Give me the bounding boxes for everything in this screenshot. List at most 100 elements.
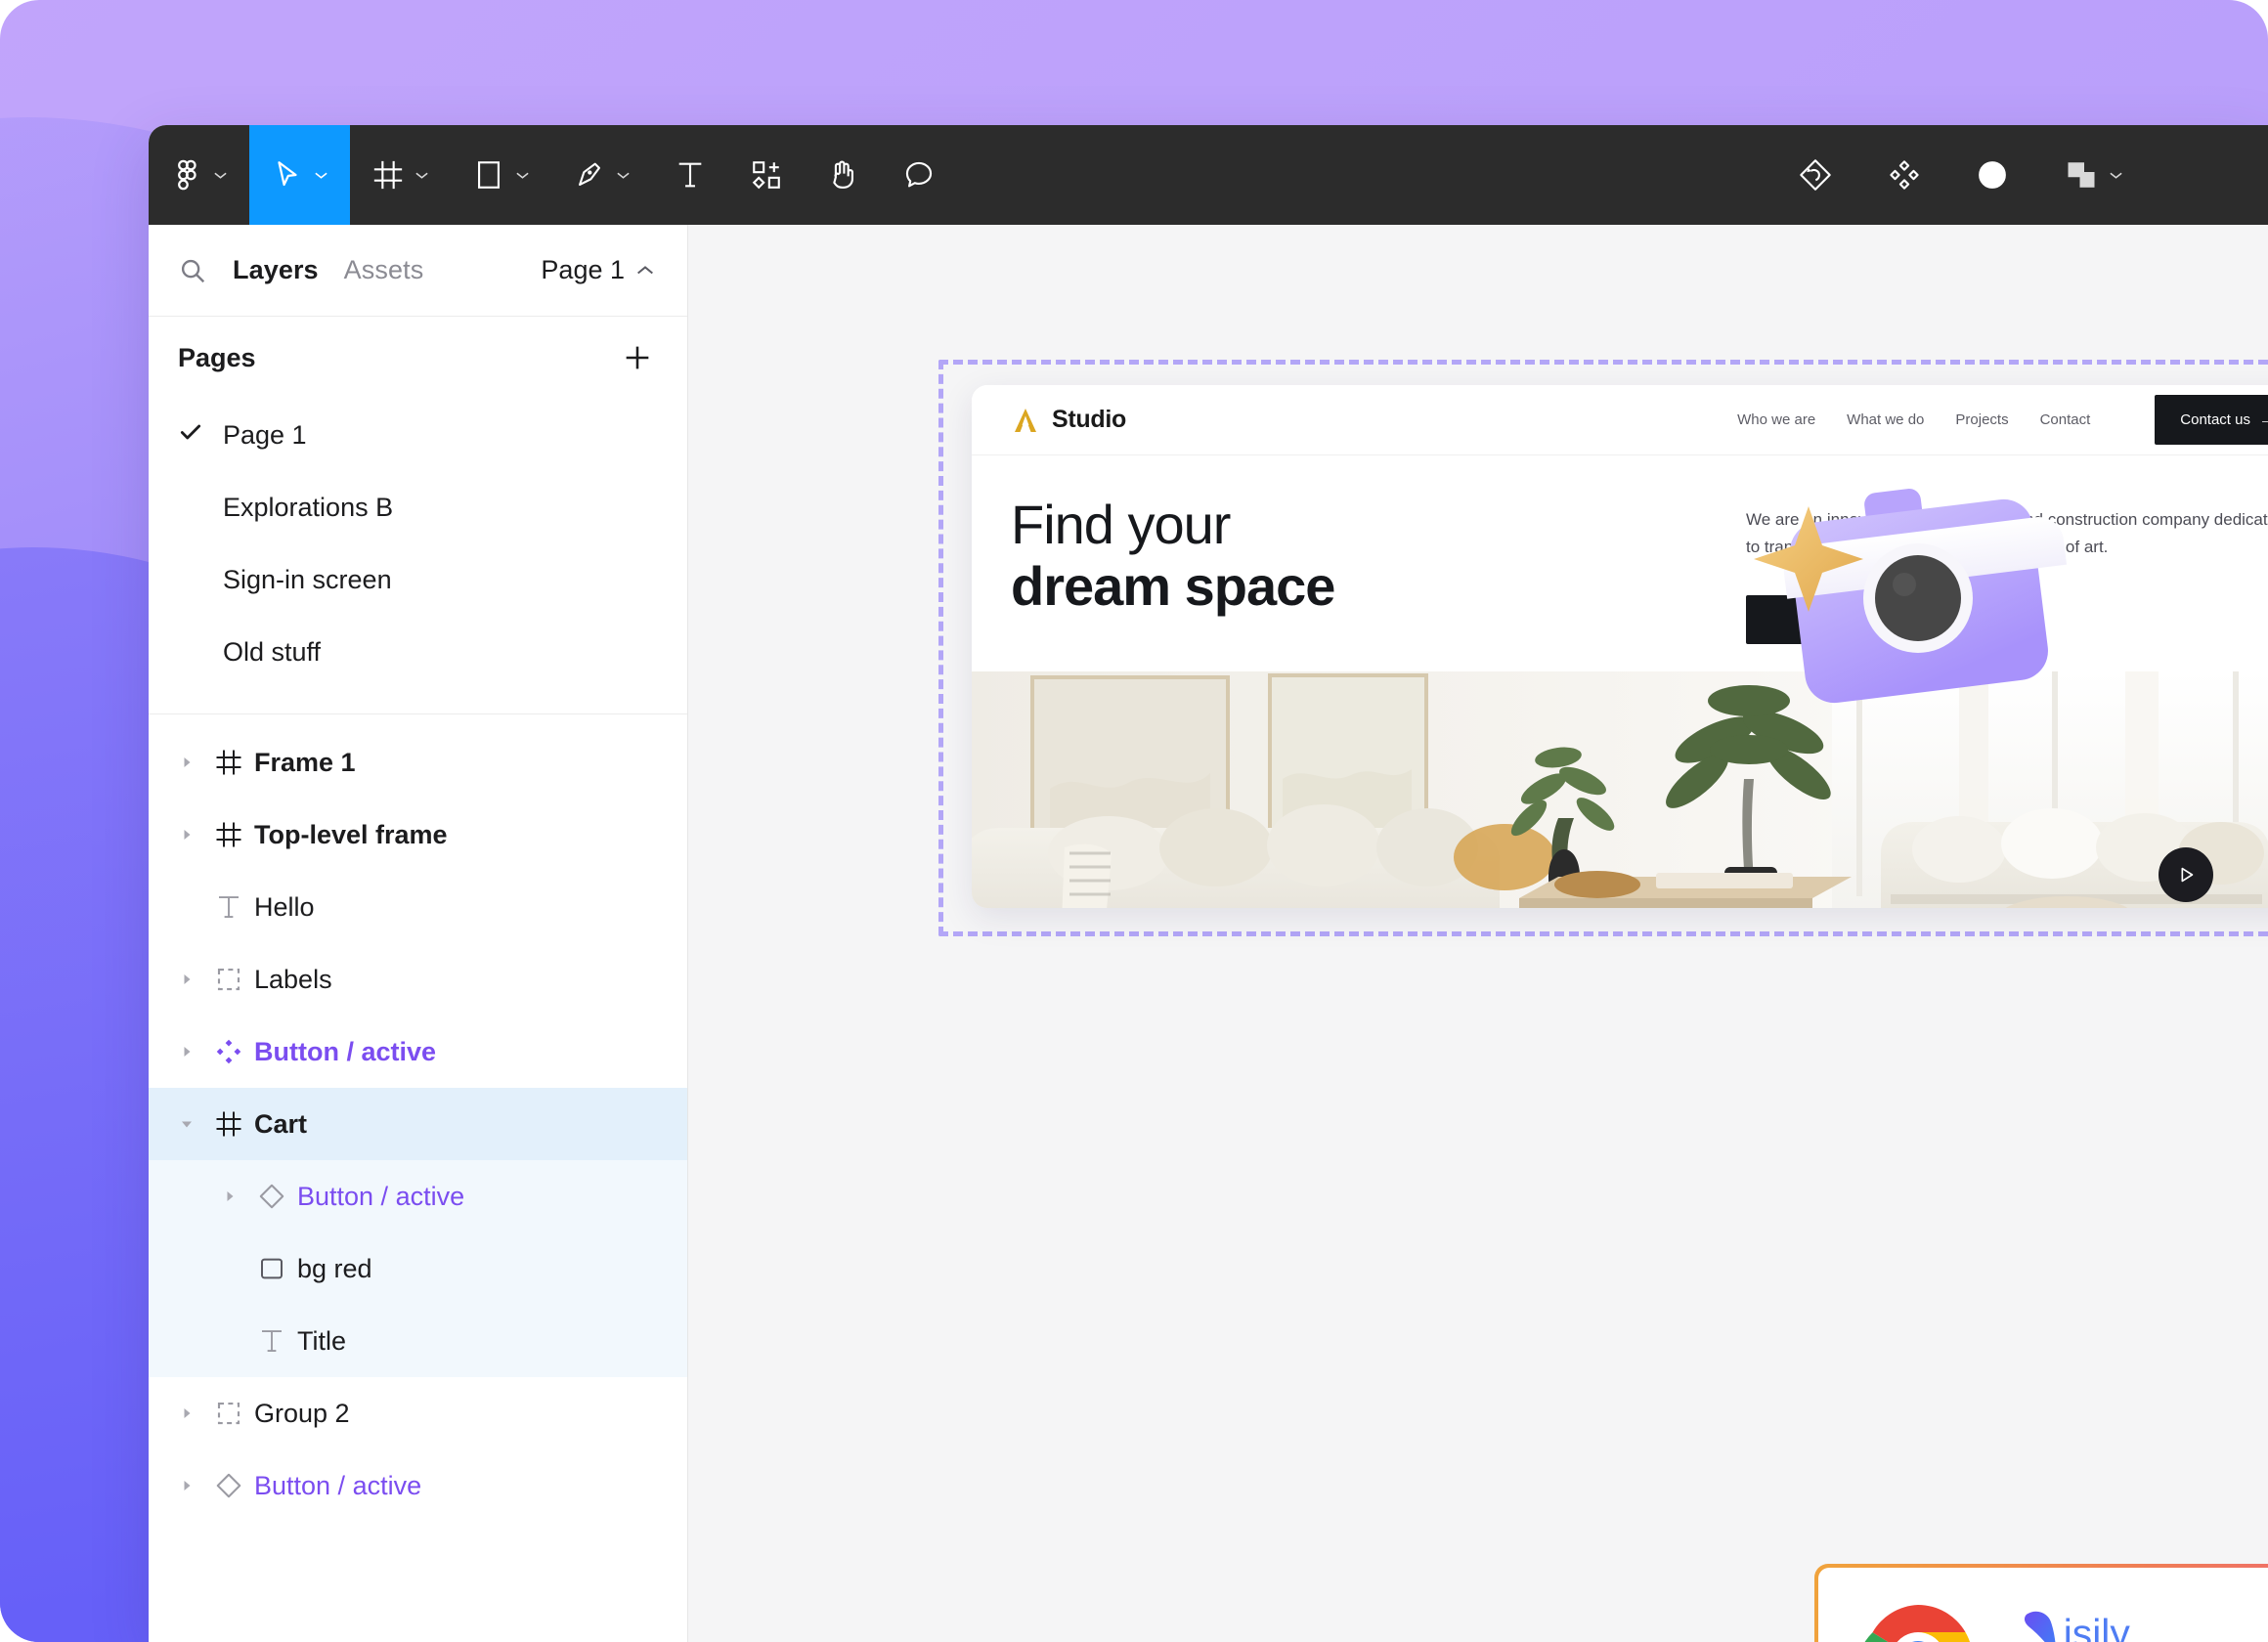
- twisty-expanded-icon[interactable]: [170, 1116, 203, 1132]
- layer-label: Hello: [254, 892, 315, 923]
- pages-title: Pages: [178, 343, 256, 373]
- tool-rotate-copy[interactable]: [1770, 125, 1860, 225]
- twisty-collapsed-icon[interactable]: [170, 755, 203, 770]
- twisty-collapsed-icon[interactable]: [170, 1478, 203, 1493]
- boolean-union-icon: [2064, 157, 2099, 193]
- page-item-1[interactable]: Explorations B: [149, 471, 687, 543]
- layer-label: Labels: [254, 965, 332, 995]
- frame-icon: [203, 748, 254, 777]
- app-body: Layers Assets Page 1 Pages Page: [149, 225, 2268, 1642]
- page-item-label: Page 1: [223, 420, 307, 451]
- layers-tree: Frame 1 Top-level frame Hello Labels Button …: [149, 714, 687, 1642]
- nav-link-3[interactable]: Contact: [2040, 411, 2091, 428]
- contrast-icon: [1976, 158, 2009, 192]
- tab-assets[interactable]: Assets: [344, 255, 424, 285]
- tool-hand[interactable]: [805, 125, 881, 225]
- layer-label: Button / active: [297, 1182, 464, 1212]
- twisty-collapsed-icon[interactable]: [170, 1405, 203, 1421]
- tool-contrast[interactable]: [1948, 125, 2036, 225]
- tool-shape[interactable]: [451, 125, 551, 225]
- tool-comment[interactable]: [881, 125, 957, 225]
- page-item-3[interactable]: Old stuff: [149, 616, 687, 688]
- tool-figma-menu[interactable]: [149, 125, 249, 225]
- layer-row[interactable]: Cart: [149, 1088, 687, 1160]
- contact-us-label: Contact us: [2180, 411, 2250, 428]
- cursor-icon: [271, 158, 304, 192]
- play-button[interactable]: [2159, 847, 2213, 902]
- frame-icon: [203, 1109, 254, 1139]
- search-icon[interactable]: [178, 256, 207, 285]
- contact-us-button[interactable]: Contact us →: [2155, 395, 2268, 445]
- chevron-down-icon: [515, 171, 530, 180]
- comment-icon: [902, 158, 936, 192]
- twisty-collapsed-icon[interactable]: [213, 1188, 246, 1204]
- hero-heading: Find your dream space: [1011, 495, 1707, 617]
- layer-row[interactable]: Button / active: [149, 1449, 687, 1522]
- layer-row[interactable]: Button / active: [149, 1015, 687, 1088]
- four-diamonds-icon: [1888, 158, 1921, 192]
- frame-icon: [203, 820, 254, 849]
- design-canvas[interactable]: Studio Who we are What we do Projects Co…: [688, 225, 2268, 1642]
- page-item-2[interactable]: Sign-in screen: [149, 543, 687, 616]
- layer-row[interactable]: Hello: [149, 871, 687, 943]
- tool-text[interactable]: [652, 125, 728, 225]
- hero-heading-block: Find your dream space: [1011, 495, 1707, 644]
- component-set-icon: [203, 1037, 254, 1066]
- layer-row[interactable]: Button / active: [149, 1160, 687, 1232]
- page-item-label: Explorations B: [223, 493, 393, 523]
- chevron-down-icon: [2109, 171, 2123, 180]
- visily-wordmark: isily: [2022, 1607, 2268, 1642]
- nav-link-2[interactable]: Projects: [1955, 411, 2008, 428]
- design-app-window: Layers Assets Page 1 Pages Page: [149, 125, 2268, 1642]
- frame-icon: [371, 158, 405, 192]
- page-item-0[interactable]: Page 1: [149, 399, 687, 471]
- page-selector[interactable]: Page 1: [541, 255, 654, 285]
- chevron-up-icon: [636, 265, 654, 276]
- layer-row[interactable]: Frame 1: [149, 726, 687, 799]
- twisty-collapsed-icon[interactable]: [170, 827, 203, 843]
- toolbar: [149, 125, 2268, 225]
- visily-chrome-extension-badge[interactable]: isily Chrome extension: [1814, 1564, 2268, 1642]
- hand-icon: [826, 158, 859, 192]
- twisty-collapsed-icon[interactable]: [170, 972, 203, 987]
- layer-label: Button / active: [254, 1037, 436, 1067]
- svg-text:isily: isily: [2064, 1610, 2131, 1642]
- add-page-button[interactable]: [621, 341, 654, 374]
- play-icon: [2175, 864, 2197, 886]
- badge-inner: isily Chrome extension: [1818, 1568, 2268, 1642]
- layer-row[interactable]: bg red: [149, 1232, 687, 1305]
- tab-layers[interactable]: Layers: [233, 255, 319, 285]
- nav-link-1[interactable]: What we do: [1847, 411, 1924, 428]
- tool-pen[interactable]: [551, 125, 652, 225]
- arrow-right-icon: →: [2259, 411, 2268, 428]
- hero-heading-line1: Find your: [1011, 495, 1707, 556]
- layers-panel: Layers Assets Page 1 Pages Page: [149, 225, 688, 1642]
- twisty-collapsed-icon[interactable]: [170, 1044, 203, 1059]
- layer-label: Group 2: [254, 1399, 350, 1429]
- camera-illustration: [1740, 481, 2084, 725]
- tool-boolean-groups[interactable]: [2036, 125, 2151, 225]
- layer-row[interactable]: Title: [149, 1305, 687, 1377]
- site-nav-links: Who we are What we do Projects Contact C…: [1737, 395, 2268, 445]
- page-item-label: Old stuff: [223, 637, 321, 668]
- group-icon: [203, 965, 254, 994]
- tool-move[interactable]: [249, 125, 350, 225]
- chevron-down-icon: [213, 171, 228, 180]
- tool-components[interactable]: [1860, 125, 1948, 225]
- tool-frame[interactable]: [350, 125, 451, 225]
- figma-menu-icon: [170, 158, 203, 192]
- pages-section-header: Pages: [149, 317, 687, 399]
- layer-row[interactable]: Group 2: [149, 1377, 687, 1449]
- layer-row[interactable]: Labels: [149, 943, 687, 1015]
- check-icon: [178, 419, 223, 452]
- instance-icon: [203, 1471, 254, 1500]
- layer-label: Top-level frame: [254, 820, 448, 850]
- page-selector-label: Page 1: [541, 255, 625, 285]
- studio-logo-icon: [1011, 406, 1040, 435]
- layer-row[interactable]: Top-level frame: [149, 799, 687, 871]
- hero-heading-line2: dream space: [1011, 556, 1707, 618]
- layer-label: Cart: [254, 1109, 307, 1140]
- layer-label: bg red: [297, 1254, 372, 1284]
- tool-resources[interactable]: [728, 125, 805, 225]
- nav-link-0[interactable]: Who we are: [1737, 411, 1815, 428]
